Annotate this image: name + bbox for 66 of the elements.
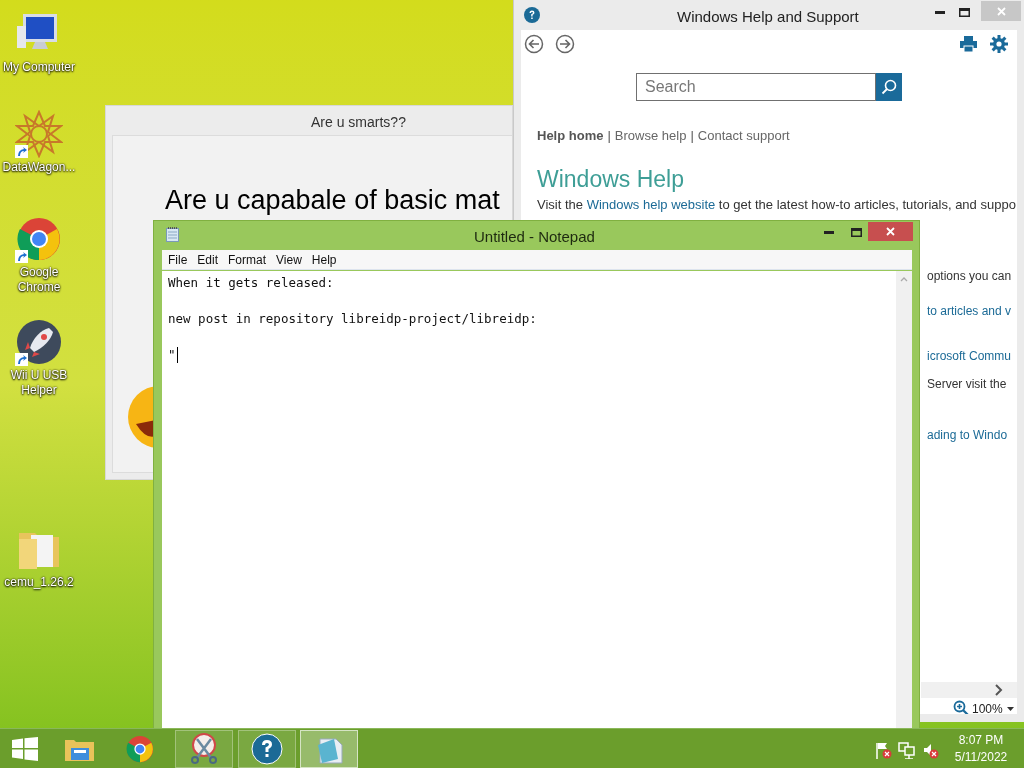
nav-link[interactable]: Contact support (697, 126, 790, 146)
editor-line: new post in repository libreidp-project/libreidp: (168, 310, 537, 328)
body-text: Server visit the (927, 376, 1007, 393)
help-website-link[interactable]: Windows help website (586, 197, 716, 212)
caret-icon (1006, 707, 1014, 711)
search-button[interactable] (876, 73, 902, 101)
help-heading: Windows Help (537, 165, 684, 193)
editor-line: " (168, 346, 176, 364)
zoom-icon (953, 700, 969, 714)
close-button[interactable] (868, 222, 913, 241)
back-button[interactable] (524, 34, 544, 54)
nav-link[interactable]: Browse help (614, 126, 687, 146)
chevron-right-icon (995, 684, 1003, 696)
intro-text: Visit the Windows help website to get the latest how-to articles, tutorials, and suppo (537, 196, 1016, 214)
close-icon (886, 227, 895, 236)
maximize-icon (850, 227, 862, 237)
settings-icon (990, 35, 1008, 53)
windows-logo-icon (12, 737, 38, 761)
minimize-icon (935, 10, 945, 14)
menu-item[interactable]: View (272, 250, 306, 269)
browser-icon (125, 734, 155, 764)
flag-alert-icon[interactable] (875, 741, 893, 759)
editor-line: When it gets released: (168, 274, 334, 292)
print-icon (960, 36, 977, 52)
menu-item[interactable]: Edit (193, 250, 223, 269)
forward-button[interactable] (555, 34, 575, 54)
body-text: options you can (927, 268, 1012, 285)
menu-item[interactable]: File (164, 250, 192, 269)
link-separator: | (607, 127, 611, 145)
search-icon (881, 79, 897, 95)
maximize-icon (958, 7, 970, 17)
link-text[interactable]: ading to Windo (927, 426, 1008, 444)
rocket-icon[interactable] (15, 318, 63, 366)
minimize-icon (824, 230, 834, 234)
settings-button[interactable] (990, 35, 1008, 53)
taskbar-button[interactable] (175, 730, 233, 768)
network-icon[interactable] (898, 741, 916, 759)
notepad-icon (166, 227, 179, 242)
close-icon (996, 6, 1006, 16)
window-title: Windows Help and Support (677, 7, 859, 27)
taskbar-button[interactable] (238, 730, 296, 768)
shortcut-arrow-icon (15, 145, 28, 158)
help-icon (524, 7, 540, 23)
question-text: Are u capabale of basic mat (165, 184, 500, 217)
link-text[interactable]: to articles and v (927, 302, 1012, 320)
nav-link[interactable]: Help home (537, 126, 604, 146)
clock-time[interactable]: 8:07 PM (958, 732, 1004, 749)
menu-item[interactable]: Help (307, 250, 341, 269)
zoom-dropdown[interactable]: 100% (972, 700, 1014, 714)
text-editor[interactable]: When it gets released: new post in repository libreidp-project/libreidp: " (162, 271, 896, 731)
link-text[interactable]: icrosoft Commu (927, 347, 1012, 365)
shortcut-arrow-icon (15, 250, 28, 263)
text-cursor (176, 347, 178, 363)
menu-item[interactable]: Format (224, 250, 271, 269)
clock-date[interactable]: 5/11/2022 (954, 749, 1008, 766)
star-emblem-icon[interactable] (15, 110, 63, 158)
window-title: Are u smarts?? (311, 113, 406, 132)
search-field[interactable]: Search (636, 73, 876, 101)
chevron-up-icon (900, 277, 908, 282)
window-title: Untitled - Notepad (474, 227, 595, 247)
link-separator: | (690, 127, 694, 145)
browser-icon[interactable] (15, 215, 63, 263)
question-icon (251, 733, 283, 765)
scissors-icon (188, 733, 220, 765)
print-button[interactable] (960, 36, 977, 52)
shortcut-arrow-icon (15, 353, 28, 366)
